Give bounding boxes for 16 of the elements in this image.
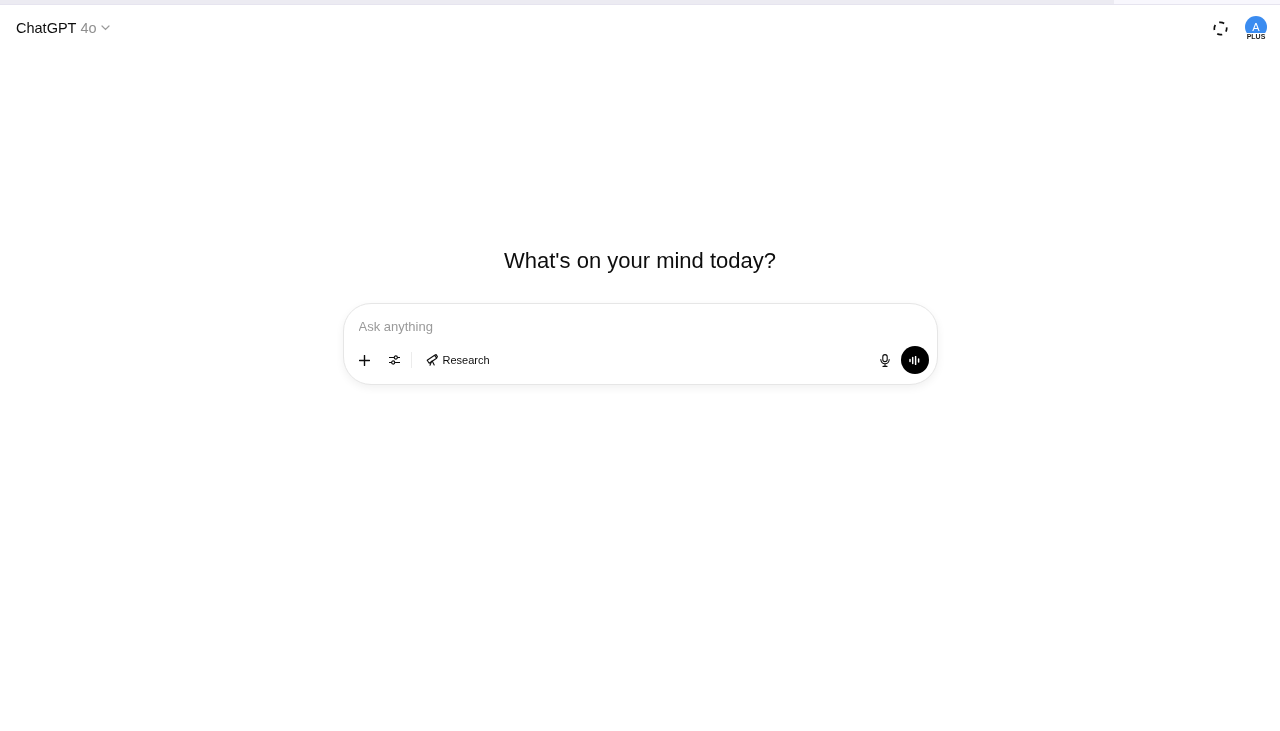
model-selector[interactable]: ChatGPT 4o — [16, 20, 110, 36]
dashed-circle-icon — [1213, 20, 1228, 36]
greeting-heading: What's on your mind today? — [504, 247, 776, 275]
sound-wave-icon — [909, 355, 920, 365]
telescope-icon — [425, 354, 438, 366]
prompt-input[interactable]: Ask anything — [358, 316, 919, 336]
sliders-icon — [389, 355, 400, 365]
dictate-button[interactable] — [879, 353, 890, 367]
model-version: 4o — [80, 20, 97, 36]
research-button[interactable]: Research — [417, 346, 498, 374]
model-name: ChatGPT — [16, 20, 77, 36]
temporary-chat-button[interactable] — [1213, 20, 1228, 36]
plus-icon — [359, 354, 370, 366]
microphone-icon — [879, 353, 890, 367]
chevron-down-icon — [100, 25, 110, 31]
voice-mode-button[interactable] — [900, 346, 929, 374]
